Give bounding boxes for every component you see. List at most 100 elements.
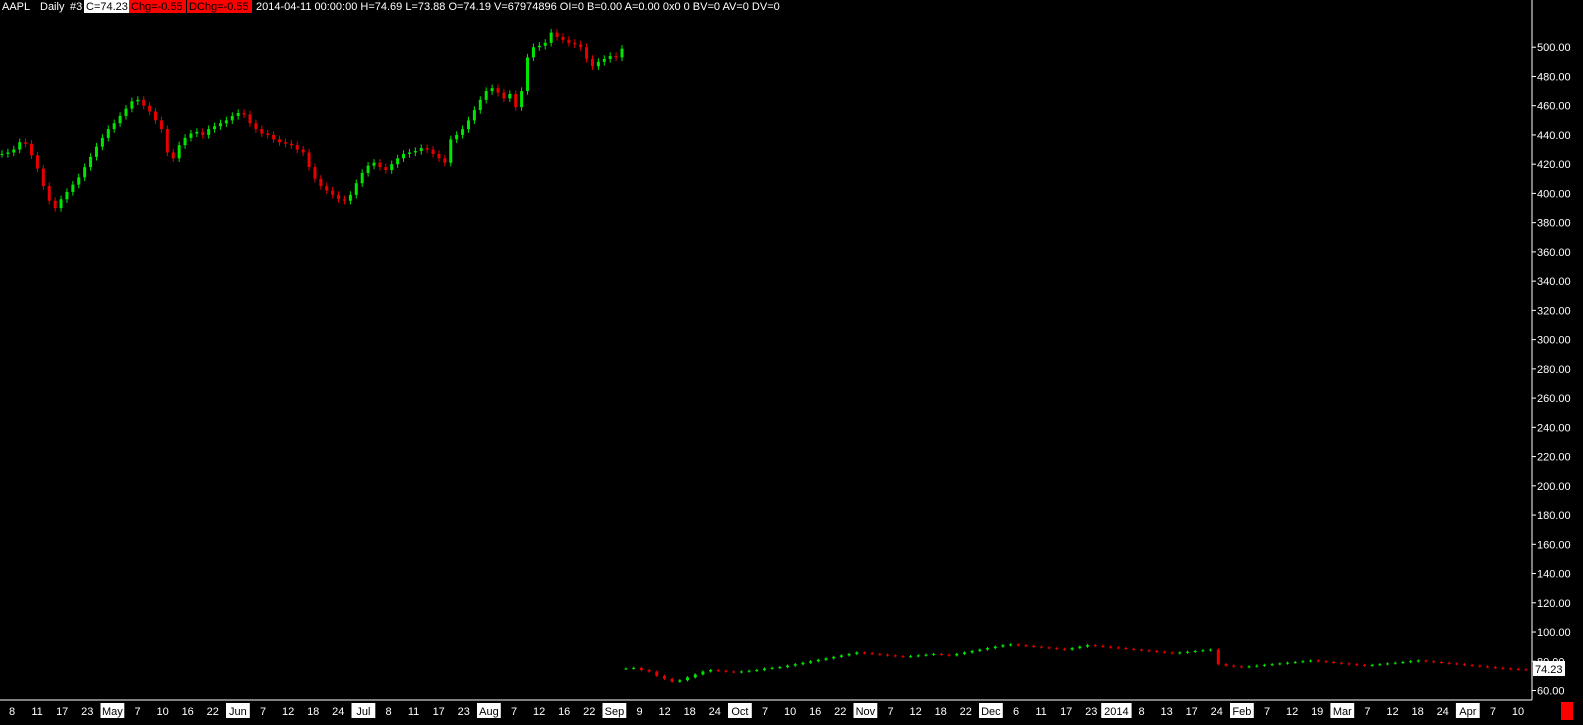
candle-body <box>924 654 928 656</box>
candle-body <box>1347 663 1351 665</box>
candle-body <box>916 655 920 657</box>
y-tick-label: 160.00 <box>1537 539 1571 551</box>
candle-body <box>455 134 459 140</box>
x-day-label: 24 <box>709 706 721 718</box>
candle-body <box>278 139 282 143</box>
candle-body <box>847 653 851 656</box>
candle-body <box>1078 646 1082 649</box>
last-price-label: 74.23 <box>1535 664 1563 676</box>
candle-body <box>124 108 128 116</box>
candle-body <box>508 94 512 99</box>
candle-body <box>602 58 606 62</box>
candle-body <box>739 671 743 673</box>
candle-body <box>724 670 728 672</box>
y-axis: 60.0080.00100.00120.00140.00160.00180.00… <box>1532 42 1571 698</box>
candle-body <box>136 99 140 102</box>
candle-body <box>978 649 982 652</box>
candle-body <box>478 99 482 111</box>
candle-body <box>1032 645 1036 647</box>
candle-body <box>1124 648 1128 650</box>
x-day-label: 22 <box>834 706 846 718</box>
candle-body <box>909 656 913 658</box>
candle-body <box>1162 651 1166 653</box>
y-tick-label: 60.00 <box>1537 686 1565 698</box>
candle-body <box>496 88 500 93</box>
x-month-label: 2014 <box>1104 706 1128 718</box>
candle-body <box>1086 645 1090 647</box>
candle-body <box>1255 665 1259 667</box>
candle-body <box>585 47 589 59</box>
symbol-label: AAPL <box>2 1 30 13</box>
candle-body <box>1339 662 1343 664</box>
x-day-label: 24 <box>1211 706 1223 718</box>
x-day-label: 22 <box>583 706 595 718</box>
candle-body <box>732 671 736 673</box>
candle-body <box>1416 660 1420 662</box>
candle-body <box>183 137 187 146</box>
candle-body <box>437 153 441 159</box>
price-chart[interactable]: AAPL Daily #3 C=74.23 Chg=-0.55 DChg=-0.… <box>0 0 1583 725</box>
candle-body <box>620 48 624 58</box>
candle-body <box>41 168 45 187</box>
candle-body <box>337 194 341 200</box>
candle-body <box>301 149 305 153</box>
y-tick-label: 220.00 <box>1537 452 1571 464</box>
candle-body <box>242 113 246 115</box>
candle-body <box>993 646 997 649</box>
candle-body <box>878 653 882 655</box>
y-tick-label: 460.00 <box>1537 101 1571 113</box>
candle-body <box>1486 666 1490 668</box>
candle-body <box>1001 645 1005 647</box>
candle-body <box>549 32 553 43</box>
candle-body <box>30 143 34 156</box>
candle-body <box>94 146 98 157</box>
candle-body <box>824 658 828 660</box>
x-day-label: 24 <box>332 706 344 718</box>
candle-body <box>1409 661 1413 663</box>
candle-body <box>89 156 93 168</box>
candle-body <box>1270 664 1274 666</box>
candle-body <box>171 152 175 159</box>
candle-body <box>590 58 594 67</box>
candle-body <box>1470 664 1474 666</box>
x-day-label: 18 <box>684 706 696 718</box>
candle-body <box>1186 651 1190 653</box>
candle-body <box>514 94 518 108</box>
candle-body <box>1432 661 1436 663</box>
candle-body <box>1178 652 1182 654</box>
candle-body <box>678 680 682 682</box>
candle-body <box>526 57 530 92</box>
x-month-label: Mar <box>1333 706 1352 718</box>
candle-body <box>579 44 583 48</box>
candle-body <box>461 129 465 135</box>
candle-body <box>1332 661 1336 663</box>
candle-body <box>1147 650 1151 652</box>
candle-body <box>1062 648 1066 650</box>
candle-body <box>986 648 990 650</box>
candle-body <box>1370 664 1374 666</box>
candle-body <box>413 151 417 153</box>
candle-body <box>354 183 358 195</box>
x-day-label: 23 <box>1085 706 1097 718</box>
y-tick-label: 200.00 <box>1537 481 1571 493</box>
candle-body <box>201 132 205 135</box>
candle-body <box>1139 649 1143 651</box>
candle-body <box>65 191 69 200</box>
candle-body <box>165 129 169 153</box>
candle-body <box>1378 664 1382 666</box>
y-tick-label: 180.00 <box>1537 510 1571 522</box>
candle-body <box>272 134 276 140</box>
candle-body <box>596 61 600 67</box>
candle-body <box>531 47 535 58</box>
x-day-label: 12 <box>282 706 294 718</box>
candle-body <box>378 162 382 168</box>
candle-body <box>443 158 447 163</box>
candle-body <box>47 186 51 201</box>
candle-body <box>1193 651 1197 653</box>
candle-body <box>83 167 87 178</box>
x-day-label: 17 <box>56 706 68 718</box>
candle-body <box>425 148 429 150</box>
candle-body <box>832 656 836 659</box>
x-day-label: 10 <box>156 706 168 718</box>
candle-body <box>632 667 636 669</box>
